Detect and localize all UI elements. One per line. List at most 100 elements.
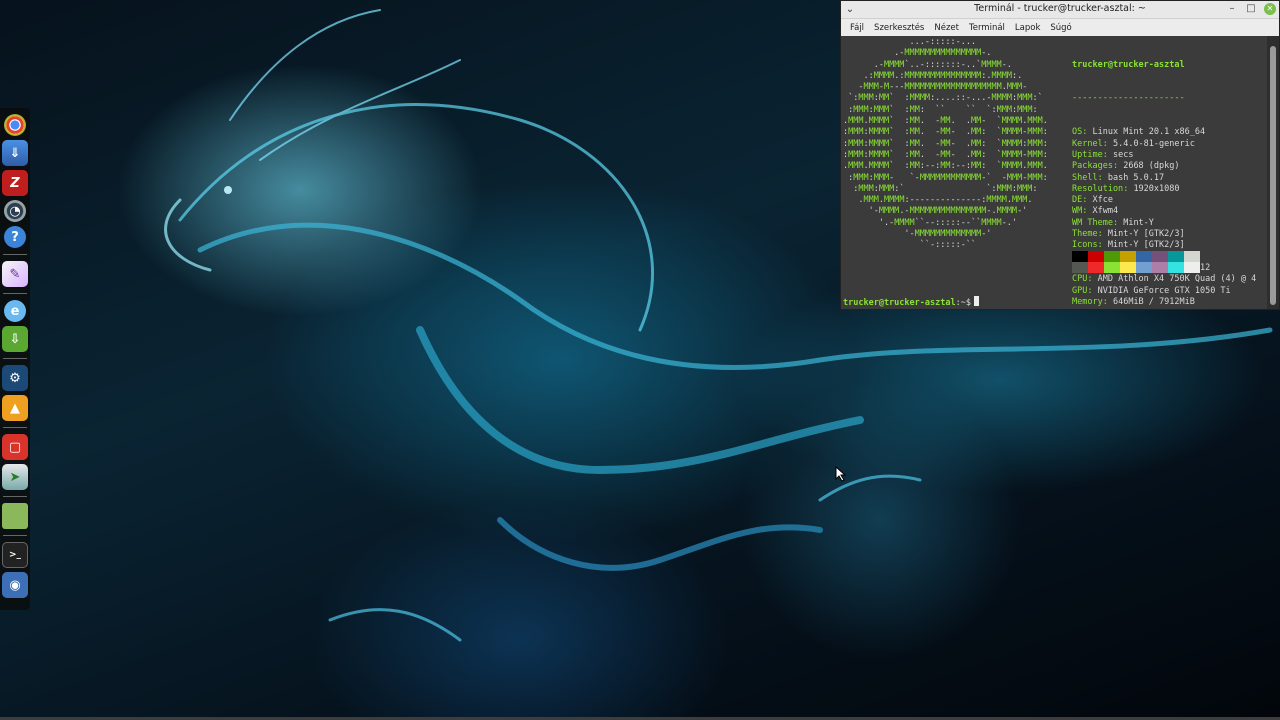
dock-separator (3, 496, 27, 497)
dock-separator (3, 427, 27, 428)
field-key: Shell (1072, 172, 1098, 183)
ascii-logo-line: .:MMMM.:MMMMMMMMMMMMMMM:.MMMM:. (843, 70, 1023, 81)
prompt-user-host: trucker@trucker-asztal (843, 298, 956, 308)
field-value: Linux Mint 20.1 x86_64 (1092, 127, 1206, 138)
ascii-logo-line: :MMM:MMMM` :MM. -MM- .MM: `MMMM:MMM: (843, 138, 1048, 149)
neofetch-info: trucker@trucker-asztal -----------------… (1072, 37, 1256, 331)
neofetch-field: Icons: Mint-Y [GTK2/3] (1072, 240, 1185, 251)
ascii-logo-line: ...-:::::-... (843, 37, 977, 47)
ascii-logo-line: :MMM:MMM` :MM: `` `` `:MMM:MMM: (843, 104, 1038, 115)
palette-swatch (1136, 251, 1152, 262)
palette-swatch (1072, 251, 1088, 262)
browser-icon[interactable]: e (4, 300, 26, 322)
field-value: Mint-Y [GTK2/3] (1107, 229, 1185, 240)
help-icon[interactable]: ? (4, 226, 26, 248)
window-titlebar[interactable]: ⌄ Terminál - trucker@trucker-asztal: ~ –… (841, 1, 1279, 19)
menu-view[interactable]: Nézet (934, 23, 959, 33)
field-key: GPU (1072, 285, 1088, 296)
field-key: DE (1072, 195, 1083, 206)
filezilla-icon[interactable]: Z (2, 170, 28, 196)
mouse-pointer-icon (835, 466, 847, 482)
terminal-icon[interactable]: >_ (2, 542, 28, 568)
close-icon[interactable]: ✕ (1264, 3, 1276, 15)
window-controls: – □ ✕ (1226, 3, 1276, 15)
field-value: Xfwm4 (1092, 206, 1119, 217)
field-key: Resolution (1072, 183, 1124, 194)
field-value: Mint-Y [GTK2/3] (1107, 240, 1185, 251)
dock-separator (3, 293, 27, 294)
neofetch-field: Resolution: 1920x1080 (1072, 183, 1180, 194)
field-value: NVIDIA GeForce GTX 1050 Ti (1097, 285, 1231, 296)
field-key: OS (1072, 127, 1083, 138)
game-controller-icon[interactable]: ▲ (2, 395, 28, 421)
software-update-icon[interactable]: ⇩ (2, 326, 28, 352)
palette-swatch (1152, 262, 1168, 273)
neofetch-field: WM: Xfwm4 (1072, 206, 1119, 217)
download-manager-icon[interactable]: ⇓ (2, 140, 28, 166)
palette-swatch (1072, 262, 1088, 273)
install-icon[interactable]: ➤ (2, 464, 28, 490)
palette-swatch (1088, 262, 1104, 273)
shell-prompt[interactable]: trucker@trucker-asztal:~$ (843, 296, 979, 309)
ascii-logo-line: :MMM:MMM- `-MMMMMMMMMMMM-` -MMM-MMM: (843, 172, 1048, 183)
file-manager-icon[interactable] (2, 503, 28, 529)
ascii-logo-line: '.-MMMM``--:::::--``MMMM-.' (843, 217, 1018, 228)
palette-swatch (1152, 251, 1168, 262)
neofetch-header: trucker@trucker-asztal (1072, 59, 1185, 70)
menu-help[interactable]: Súgó (1050, 23, 1071, 33)
terminal-window[interactable]: ⌄ Terminál - trucker@trucker-asztal: ~ –… (840, 0, 1280, 310)
paint-icon[interactable]: ✎ (2, 261, 28, 287)
neofetch-field: DE: Xfce (1072, 195, 1113, 206)
palette-swatch (1136, 262, 1152, 273)
minimize-icon[interactable]: – (1226, 3, 1238, 15)
field-value: 5.4.0-81-generic (1112, 138, 1195, 149)
prompt-path: :~$ (955, 298, 971, 308)
palette-swatch (1104, 262, 1120, 273)
palette-swatch (1120, 251, 1136, 262)
maximize-icon[interactable]: □ (1245, 3, 1257, 15)
terminal-scrollbar[interactable] (1267, 36, 1279, 309)
terminal-output[interactable]: ...-:::::-... .-MMMMMMMMMMMMMMM-. .-MMMM… (841, 36, 1267, 309)
ascii-logo-line: .MMM.MMMM` :MM. -MM. .MM- `MMMM.MMM. (843, 116, 1048, 127)
ascii-logo-line: .MMM.MMMM:--------------:MMMM.MMM. (843, 195, 1033, 206)
palette-swatch (1088, 251, 1104, 262)
dock-separator (3, 358, 27, 359)
text-cursor (973, 296, 979, 306)
field-value: Xfce (1092, 195, 1113, 206)
ascii-logo-line: .-MMMM`..-:::::::-..`MMMM-. (843, 59, 1012, 70)
menu-edit[interactable]: Szerkesztés (874, 23, 924, 33)
field-key: Theme (1072, 229, 1098, 240)
field-key: CPU (1072, 274, 1088, 285)
field-key: Icons (1072, 240, 1098, 251)
ascii-logo-line: :MMM:MMMM` :MM. -MM- .MM: `MMMM-MMM: (843, 127, 1048, 138)
neofetch-field: Theme: Mint-Y [GTK2/3] (1072, 229, 1185, 240)
menu-tabs[interactable]: Lapok (1015, 23, 1040, 33)
palette-swatch (1184, 262, 1200, 273)
screenshot-icon[interactable]: ◉ (2, 572, 28, 598)
field-value: 2668 (dpkg) (1123, 161, 1180, 172)
color-palette (1072, 251, 1200, 273)
menu-terminal[interactable]: Terminál (969, 23, 1005, 33)
terminal-menubar: Fájl Szerkesztés Nézet Terminál Lapok Sú… (841, 19, 1279, 37)
menu-file[interactable]: Fájl (850, 23, 864, 33)
neofetch-field: WM Theme: Mint-Y (1072, 217, 1154, 228)
system-monitor-icon[interactable]: ◔ (4, 200, 26, 222)
scrollbar-thumb[interactable] (1270, 46, 1276, 305)
neofetch-field: Kernel: 5.4.0-81-generic (1072, 138, 1195, 149)
field-value: 1920x1080 (1133, 183, 1180, 194)
ascii-logo-line: -MMM-M---MMMMMMMMMMMMMMMMMMM.MMM- (843, 82, 1028, 93)
mint-ascii-logo: ...-:::::-... .-MMMMMMMMMMMMMMM-. .-MMMM… (843, 37, 1048, 252)
neofetch-field: OS: Linux Mint 20.1 x86_64 (1072, 127, 1206, 138)
field-value: AMD Athlon X4 750K Quad (4) @ 4 (1097, 274, 1257, 285)
ascii-logo-line: `:MMM:MM` :MMMM:....::-...-MMMM:MMM:` (843, 93, 1043, 104)
ascii-logo-line: :MMM:MMM:` `:MMM:MMM: (843, 183, 1038, 194)
ascii-logo-line: '-MMMMMMMMMMMMM-' (843, 229, 992, 240)
steam-icon[interactable]: ⚙ (2, 365, 28, 391)
neofetch-field: Uptime: secs (1072, 149, 1134, 160)
neofetch-field: Memory: 646MiB / 7912MiB (1072, 296, 1195, 307)
dock-separator (3, 254, 27, 255)
ebook-reader-icon[interactable]: ▢ (2, 434, 28, 460)
chrome-icon[interactable] (4, 114, 26, 136)
field-key: Memory (1072, 296, 1103, 307)
application-dock: ⇓ Z ◔ ? ✎ e ⇩ ⚙ ▲ ▢ ➤ >_ ◉ (0, 108, 30, 610)
